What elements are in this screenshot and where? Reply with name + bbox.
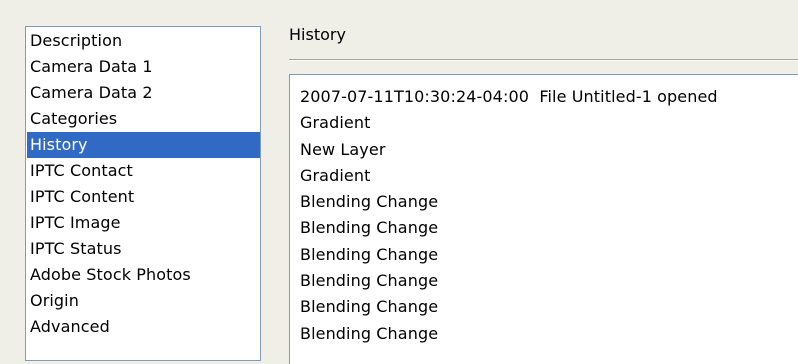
history-entry: Blending Change xyxy=(300,297,439,317)
sidebar-item-iptc-image[interactable]: IPTC Image xyxy=(27,210,260,236)
history-entry: Blending Change xyxy=(300,271,439,291)
sidebar-item-origin[interactable]: Origin xyxy=(27,288,260,314)
sidebar-item-advanced[interactable]: Advanced xyxy=(27,314,260,340)
sidebar-item-iptc-contact[interactable]: IPTC Contact xyxy=(27,158,260,184)
sidebar-item-description[interactable]: Description xyxy=(27,28,260,54)
history-entry: Blending Change xyxy=(300,192,439,212)
sidebar-item-iptc-content[interactable]: IPTC Content xyxy=(27,184,260,210)
sidebar-item-adobe-stock-photos[interactable]: Adobe Stock Photos xyxy=(27,262,260,288)
history-entry: Gradient xyxy=(300,113,371,133)
history-entry: Blending Change xyxy=(300,323,439,343)
category-list[interactable]: Description Camera Data 1 Camera Data 2 … xyxy=(25,26,261,361)
sidebar-item-categories[interactable]: Categories xyxy=(27,106,260,132)
history-entry: Blending Change xyxy=(300,244,439,264)
sidebar-item-camera-data-2[interactable]: Camera Data 2 xyxy=(27,80,260,106)
history-entry: 2007-07-11T10:30:24-04:00 File Untitled-… xyxy=(300,87,718,106)
title-divider xyxy=(289,59,798,61)
sidebar-item-camera-data-1[interactable]: Camera Data 1 xyxy=(27,54,260,80)
history-entry: Blending Change xyxy=(300,218,439,238)
sidebar-item-iptc-status[interactable]: IPTC Status xyxy=(27,236,260,262)
panel-title: History xyxy=(289,25,346,44)
history-text-area[interactable]: 2007-07-11T10:30:24-04:00 File Untitled-… xyxy=(289,74,798,364)
history-entry: Gradient xyxy=(300,165,371,185)
sidebar-item-history[interactable]: History xyxy=(27,132,260,158)
history-entry: New Layer xyxy=(300,139,386,159)
